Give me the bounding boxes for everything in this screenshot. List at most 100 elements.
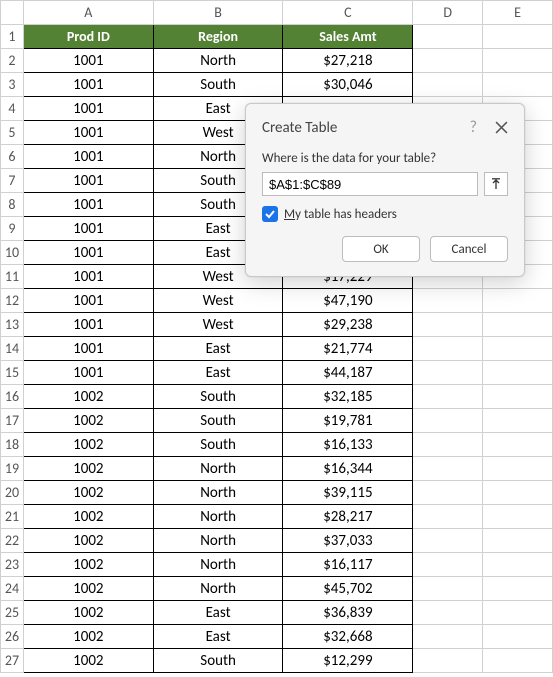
cell[interactable]: North [153,505,283,529]
cell[interactable]: 1001 [23,313,153,337]
cell[interactable]: 1001 [23,265,153,289]
cell[interactable]: 1001 [23,145,153,169]
cell[interactable]: $47,190 [283,289,413,313]
cell[interactable] [413,577,483,601]
row-header[interactable]: 12 [1,289,24,313]
cell[interactable] [413,25,483,49]
cell[interactable]: 1001 [23,193,153,217]
cell[interactable]: 1001 [23,73,153,97]
ok-button[interactable]: OK [342,236,420,262]
help-icon[interactable]: ? [470,118,477,137]
cell[interactable]: 1002 [23,601,153,625]
cell[interactable]: 1002 [23,505,153,529]
cell[interactable]: Sales Amt [283,25,413,49]
cell[interactable] [483,481,553,505]
cell[interactable]: 1002 [23,481,153,505]
cell[interactable]: $21,774 [283,337,413,361]
cell[interactable]: North [153,529,283,553]
cell[interactable]: East [153,601,283,625]
cell[interactable]: $16,344 [283,457,413,481]
cancel-button[interactable]: Cancel [430,236,508,262]
row-header[interactable]: 3 [1,73,24,97]
row-header[interactable]: 11 [1,265,24,289]
cell[interactable]: 1001 [23,361,153,385]
cell[interactable]: East [153,337,283,361]
row-header[interactable]: 13 [1,313,24,337]
cell[interactable]: $12,299 [283,649,413,673]
cell[interactable]: 1002 [23,625,153,649]
cell[interactable]: 1002 [23,529,153,553]
row-header[interactable]: 9 [1,217,24,241]
cell[interactable]: $37,033 [283,529,413,553]
cell[interactable] [413,313,483,337]
row-header[interactable]: 6 [1,145,24,169]
close-icon[interactable] [495,121,508,134]
cell[interactable]: North [153,553,283,577]
cell[interactable]: East [153,625,283,649]
row-header[interactable]: 26 [1,625,24,649]
cell[interactable] [483,649,553,673]
cell[interactable]: 1002 [23,457,153,481]
cell[interactable] [483,409,553,433]
cell[interactable]: $27,218 [283,49,413,73]
cell[interactable] [483,625,553,649]
cell[interactable]: South [153,385,283,409]
row-header[interactable]: 7 [1,169,24,193]
cell[interactable]: South [153,409,283,433]
cell[interactable]: 1001 [23,217,153,241]
row-header[interactable]: 1 [1,25,24,49]
row-header[interactable]: 5 [1,121,24,145]
select-all-corner[interactable] [1,1,24,25]
col-header-D[interactable]: D [413,1,483,25]
cell[interactable]: 1001 [23,97,153,121]
headers-checkbox-label[interactable]: My table has headers [284,207,397,222]
cell[interactable]: 1001 [23,49,153,73]
cell[interactable]: South [153,649,283,673]
row-header[interactable]: 8 [1,193,24,217]
cell[interactable]: 1001 [23,121,153,145]
row-header[interactable]: 18 [1,433,24,457]
cell[interactable]: North [153,49,283,73]
cell[interactable]: North [153,577,283,601]
cell[interactable]: $30,046 [283,73,413,97]
cell[interactable]: South [153,433,283,457]
cell[interactable] [413,553,483,577]
cell[interactable]: $19,781 [283,409,413,433]
cell[interactable] [413,649,483,673]
cell[interactable] [483,313,553,337]
cell[interactable] [413,361,483,385]
cell[interactable]: $16,117 [283,553,413,577]
cell[interactable]: North [153,457,283,481]
cell[interactable] [483,361,553,385]
cell[interactable]: 1001 [23,241,153,265]
cell[interactable] [413,457,483,481]
col-header-E[interactable]: E [483,1,553,25]
row-header[interactable]: 10 [1,241,24,265]
row-header[interactable]: 22 [1,529,24,553]
cell[interactable] [483,433,553,457]
cell[interactable]: Region [153,25,283,49]
cell[interactable] [413,529,483,553]
col-header-B[interactable]: B [153,1,283,25]
cell[interactable] [483,457,553,481]
col-header-C[interactable]: C [283,1,413,25]
cell[interactable] [413,73,483,97]
cell[interactable] [413,49,483,73]
row-header[interactable]: 14 [1,337,24,361]
cell[interactable]: $32,185 [283,385,413,409]
cell[interactable]: 1001 [23,169,153,193]
collapse-dialog-icon[interactable] [484,172,508,196]
row-header[interactable]: 25 [1,601,24,625]
cell[interactable] [483,505,553,529]
cell[interactable]: $29,238 [283,313,413,337]
cell[interactable] [413,409,483,433]
cell[interactable]: $44,187 [283,361,413,385]
cell[interactable] [483,25,553,49]
cell[interactable]: Prod ID [23,25,153,49]
cell[interactable] [483,337,553,361]
row-header[interactable]: 21 [1,505,24,529]
row-header[interactable]: 15 [1,361,24,385]
cell[interactable] [483,601,553,625]
cell[interactable] [483,385,553,409]
cell[interactable] [413,625,483,649]
